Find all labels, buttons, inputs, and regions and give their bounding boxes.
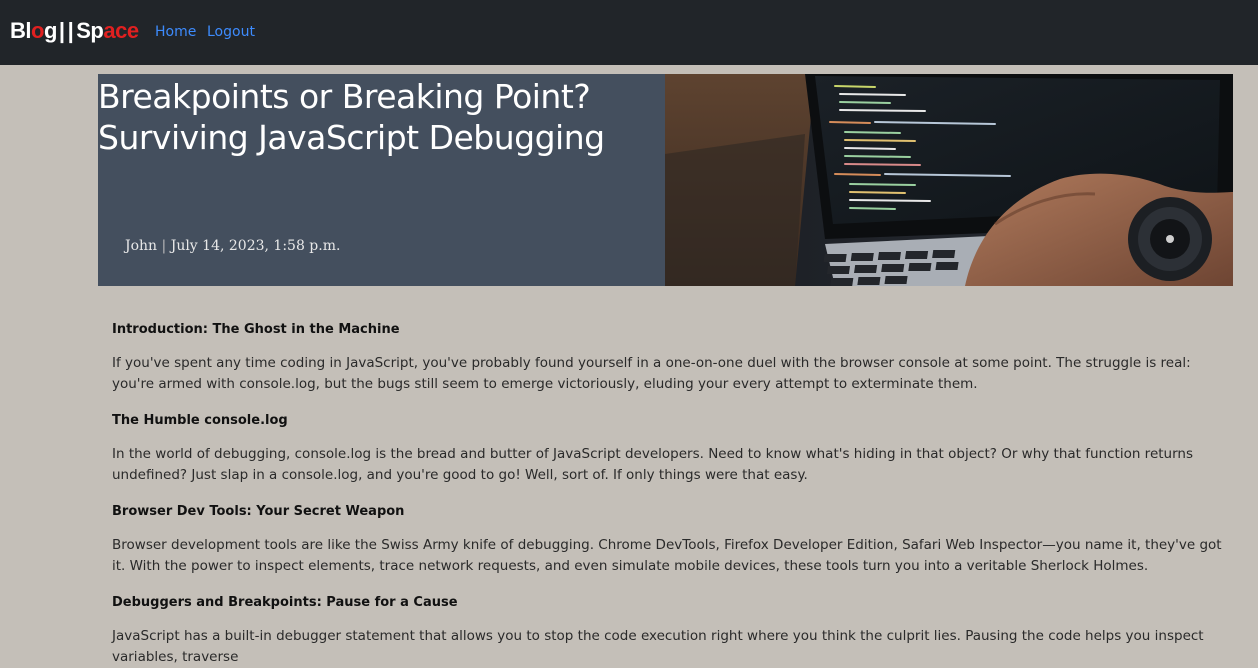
- meta-separator: |: [161, 238, 167, 254]
- section-heading: Browser Dev Tools: Your Secret Weapon: [112, 504, 405, 519]
- post-author: John: [125, 238, 158, 254]
- laptop-code-photo: [665, 74, 1233, 286]
- post-title: Breakpoints or Breaking Point? Surviving…: [98, 77, 605, 157]
- site-logo[interactable]: Blog | | Space: [10, 17, 139, 45]
- section-paragraph: JavaScript has a built-in debugger state…: [112, 628, 1204, 665]
- logo-divider-2: |: [67, 18, 74, 43]
- navbar: Blog | | Space Home Logout: [0, 0, 1258, 65]
- section-paragraph: Browser development tools are like the S…: [112, 537, 1222, 574]
- post-hero: Breakpoints or Breaking Point? Surviving…: [98, 74, 1233, 286]
- section-paragraph: If you've spent any time coding in JavaS…: [112, 355, 1191, 392]
- logo-space: Space: [76, 18, 139, 43]
- section-heading: Debuggers and Breakpoints: Pause for a C…: [112, 595, 458, 610]
- logo-divider: |: [58, 18, 65, 43]
- post-date: July 14, 2023, 1:58 p.m.: [170, 238, 341, 254]
- nav-home-link[interactable]: Home: [155, 24, 196, 40]
- section-paragraph: In the world of debugging, console.log i…: [112, 446, 1193, 483]
- section-heading: Introduction: The Ghost in the Machine: [112, 322, 400, 337]
- nav-logout-link[interactable]: Logout: [207, 24, 255, 40]
- section-heading: The Humble console.log: [112, 413, 288, 428]
- logo-blog: Blog: [10, 18, 57, 43]
- article-body: Introduction: The Ghost in the Machine I…: [112, 318, 1222, 668]
